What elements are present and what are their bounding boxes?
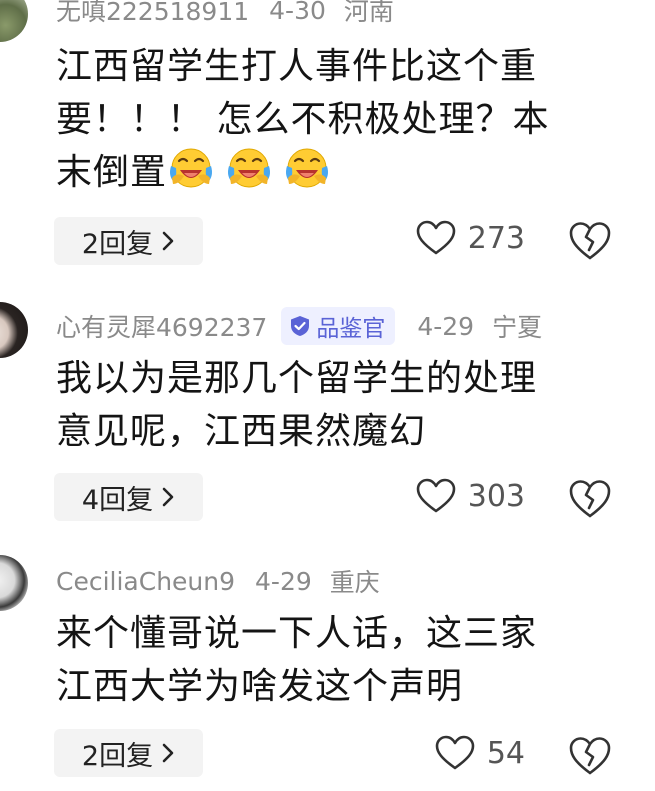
username[interactable]: 心有灵犀4692237 — [56, 308, 267, 344]
like-count: 54 — [486, 735, 525, 771]
comment-text-line: 来个懂哥说一下人话，这三家 — [56, 613, 538, 654]
like-button[interactable]: 303 — [416, 478, 525, 514]
username[interactable]: CeciliaCheun9 — [56, 567, 235, 596]
comment-text-fragment: 末倒置 — [56, 152, 168, 193]
comment-text-line: 要！！！ 怎么不积极处理？本 — [56, 99, 550, 140]
comment-item: 无嗔222518911 4-30 河南 江西留学生打人事件比这个重 要！！！ 怎… — [0, 0, 655, 270]
comment-location: 宁夏 — [492, 313, 543, 342]
crying-laughing-emoji-icon — [170, 148, 213, 188]
reply-count-label: 2回复 — [81, 740, 154, 772]
comment-date: 4-30 — [269, 0, 326, 25]
avatar[interactable] — [0, 555, 30, 615]
comment-date: 4-29 — [255, 566, 312, 596]
username[interactable]: 无嗔222518911 — [56, 0, 249, 28]
like-button[interactable]: 273 — [416, 220, 525, 256]
comment-text: 江西留学生打人事件比这个重 要！！！ 怎么不积极处理？本 末倒置 — [56, 40, 616, 199]
avatar[interactable] — [0, 302, 30, 362]
crying-laughing-emoji-icon — [286, 148, 329, 188]
heart-icon — [416, 220, 456, 255]
comment-text: 来个懂哥说一下人话，这三家 江西大学为啥发这个声明 — [56, 607, 616, 713]
broken-heart-icon[interactable] — [568, 479, 612, 519]
comment-text-line-with-emoji: 末倒置 — [56, 146, 616, 199]
chevron-right-icon — [162, 743, 174, 763]
verified-shield-icon — [291, 316, 310, 336]
title-badge: 品鉴官 — [281, 307, 396, 345]
comment-location: 河南 — [343, 0, 394, 26]
chevron-right-icon — [162, 231, 174, 251]
comment-item: CeciliaCheun9 4-29 重庆 来个懂哥说一下人话，这三家 江西大学… — [0, 545, 655, 791]
reply-count-label: 2回复 — [81, 228, 154, 260]
like-count: 303 — [467, 478, 525, 514]
comment-meta: CeciliaCheun9 4-29 重庆 — [56, 563, 380, 599]
comment-meta: 无嗔222518911 4-30 河南 — [56, 0, 394, 26]
emoji-group — [167, 148, 341, 193]
heart-icon — [416, 478, 456, 513]
reply-count-label: 4回复 — [81, 484, 154, 516]
comment-meta: 心有灵犀4692237 品鉴官 4-29 宁夏 — [56, 306, 542, 346]
comment-text-line: 江西大学为啥发这个声明 — [56, 666, 464, 707]
like-button[interactable]: 54 — [435, 735, 525, 771]
crying-laughing-emoji-icon — [228, 148, 271, 188]
like-count: 273 — [467, 220, 525, 256]
chevron-right-icon — [162, 487, 174, 507]
badge-label: 品鉴官 — [316, 316, 386, 342]
comment-location: 重庆 — [329, 568, 380, 597]
heart-icon — [435, 735, 475, 770]
comment-text-line: 意见呢，江西果然魔幻 — [56, 411, 427, 452]
reply-button[interactable]: 2回复 — [54, 729, 203, 777]
comment-text-line: 江西留学生打人事件比这个重 — [56, 46, 538, 87]
broken-heart-icon[interactable] — [568, 736, 612, 776]
comment-item: 心有灵犀4692237 品鉴官 4-29 宁夏 我以为是那几个留学生的处理 意见… — [0, 290, 655, 530]
comment-text: 我以为是那几个留学生的处理 意见呢，江西果然魔幻 — [56, 352, 616, 458]
reply-button[interactable]: 2回复 — [54, 217, 203, 265]
comment-date: 4-29 — [417, 311, 475, 341]
broken-heart-icon[interactable] — [568, 221, 612, 261]
reply-button[interactable]: 4回复 — [54, 473, 203, 521]
comment-text-line: 我以为是那几个留学生的处理 — [56, 358, 538, 399]
avatar[interactable] — [0, 0, 30, 46]
